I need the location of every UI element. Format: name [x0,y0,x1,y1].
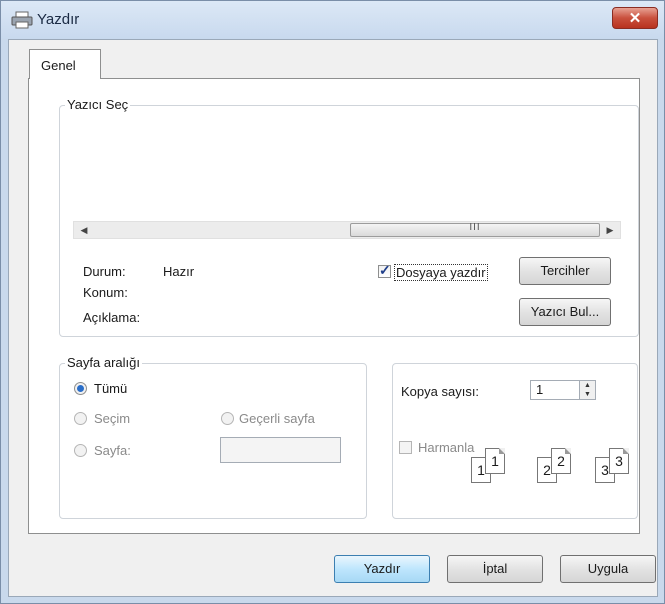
tab-general-label: Genel [41,58,76,73]
apply-button[interactable]: Uygula [560,555,656,583]
copies-input[interactable]: 1 [530,380,580,400]
copies-value: 1 [536,382,544,397]
selection-radio[interactable] [74,412,87,425]
tab-general[interactable]: Genel [29,49,101,79]
pages-input[interactable] [220,437,341,463]
scroll-thumb[interactable]: III [350,222,600,237]
preferences-button[interactable]: Tercihler [519,257,611,285]
comment-label: Açıklama: [83,310,141,325]
pages-label[interactable]: Sayfa: [94,443,131,458]
print-to-file-checkbox[interactable]: ✓ [378,262,391,278]
find-printer-button[interactable]: Yazıcı Bul... [519,298,611,326]
checkmark-icon: ✓ [379,262,391,278]
collate-page-2b: 2 [551,448,571,474]
print-to-file-label[interactable]: Dosyaya yazdır [394,264,488,281]
scroll-right-icon[interactable]: ▶ [602,222,618,238]
status-label: Durum: [83,264,126,279]
close-button[interactable]: ✕ [612,7,658,29]
cancel-button[interactable]: İptal [447,555,543,583]
current-page-label[interactable]: Geçerli sayfa [239,411,315,426]
collate-page-3b: 3 [609,448,629,474]
status-value: Hazır [163,264,195,279]
print-button[interactable]: Yazdır [334,555,430,583]
printer-list[interactable] [73,119,621,219]
page-range-label: Sayfa aralığı [65,355,142,370]
all-pages-label[interactable]: Tümü [94,381,127,396]
location-label: Konum: [83,285,128,300]
all-pages-radio[interactable] [74,382,87,395]
collate-label[interactable]: Harmanla [418,440,474,455]
close-icon: ✕ [628,10,642,27]
printer-select-label: Yazıcı Seç [65,97,131,112]
window-title: Yazdır [37,11,80,28]
spin-down-icon[interactable]: ▼ [580,390,595,399]
pages-radio[interactable] [74,444,87,457]
collate-checkbox[interactable] [399,441,412,454]
scroll-grip: III [469,222,481,233]
printer-list-scrollbar[interactable]: ◀ III ▶ [73,221,621,239]
print-dialog-window: Yazdır ✕ Genel Yazıcı Seç ◀ III ▶ Durum:… [0,0,665,604]
copies-label: Kopya sayısı: [401,384,480,399]
current-page-radio[interactable] [221,412,234,425]
collate-page-1b: 1 [485,448,505,474]
copies-spinner[interactable]: ▲ ▼ [579,380,596,400]
printer-icon [11,11,33,29]
selection-label[interactable]: Seçim [94,411,130,426]
scroll-left-icon[interactable]: ◀ [76,222,92,238]
title-bar: Yazdır ✕ [1,1,664,39]
spin-up-icon[interactable]: ▲ [580,381,595,390]
